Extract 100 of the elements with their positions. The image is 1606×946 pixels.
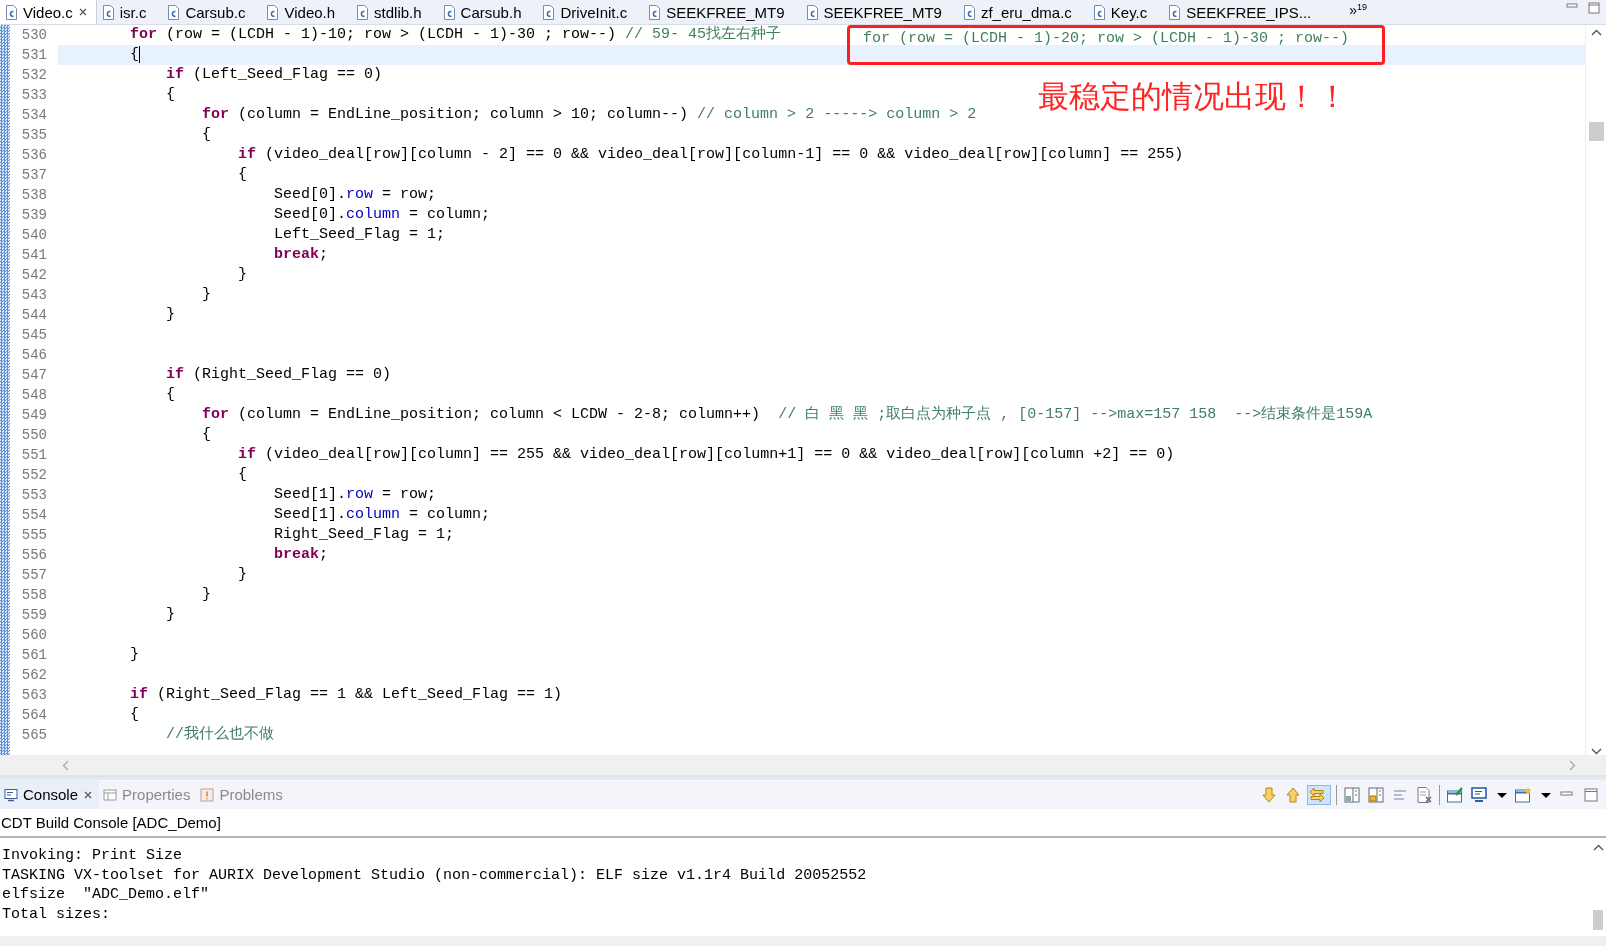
code-line: { [201,425,212,445]
line-number: 561 [20,647,47,663]
console-icon [4,787,18,802]
close-icon[interactable] [83,789,94,800]
line-number: 565 [20,727,47,743]
line-number: 552 [20,467,47,483]
editor-tab[interactable]: zf_eru_dma.c [957,0,1088,24]
line-number: 556 [20,547,47,563]
editor-tab[interactable]: SEEKFREE_MT9 [643,0,801,24]
file-icon [442,4,456,20]
code-line: if (Right_Seed_Flag == 0) [165,365,392,385]
editor-tab[interactable]: SEEKFREE_IPS... [1163,0,1328,24]
view-tab[interactable]: Console [0,780,100,809]
line-number: 551 [20,447,47,463]
code-line: { [165,85,176,105]
file-icon [167,4,181,20]
scroll-left-icon[interactable] [62,759,69,771]
editor-tab[interactable]: Carsub.h [437,0,538,24]
file-icon [356,4,370,20]
new-window-icon[interactable] [1514,785,1532,804]
scroll-up-icon[interactable] [1592,844,1604,851]
line-number: 553 [20,487,47,503]
code-line: { [237,465,248,485]
code-line: } [129,645,139,665]
code-line: { [237,165,248,185]
editor-tab[interactable]: SEEKFREE_MT9 [800,0,958,24]
line-number: 558 [20,587,47,603]
file-icon [5,4,18,20]
line-number: 531 [20,47,47,63]
code-line: break; [273,245,329,265]
file-icon [962,4,976,20]
line-number: 530 [20,27,47,43]
panel-icon[interactable] [1343,785,1361,804]
code-line: Right_Seed_Flag = 1; [273,525,455,545]
file-icon [266,4,280,20]
line-number: 547 [20,367,47,383]
down-arrow-icon[interactable] [1260,785,1278,804]
code-line: Seed[0].column = column; [273,205,491,225]
scroll-up-icon[interactable] [1590,29,1602,36]
console-line: Invoking: Print Size [2,846,184,866]
swap-arrows-icon[interactable] [1308,785,1330,804]
line-number: 555 [20,527,47,543]
code-line: Seed[1].row = row; [273,485,437,505]
editor-tab[interactable]: Carsub.c [162,0,262,24]
code-line: if (video_deal[row][column - 2] == 0 && video_deal[row][column-1] == 0 && video_deal[row][column] == 255) [237,145,1184,165]
maximize-icon[interactable] [1588,2,1600,14]
code-line: Left_Seed_Flag = 1; [273,225,446,245]
editor-tab[interactable]: Video.c [0,0,97,24]
clear-document-icon[interactable] [1415,785,1433,804]
console-line: TASKING VX-toolset for AURIX Development Studio (non-commercial): ELF size v1.1r4 Build 20052552 [2,865,868,885]
scrollbar-thumb[interactable] [1593,910,1603,930]
line-number: 562 [20,667,47,683]
code-line: } [165,605,176,625]
line-number: 545 [20,327,47,343]
line-number: 564 [20,707,47,723]
file-icon [1168,4,1182,20]
file-icon [1092,4,1106,20]
line-number: 546 [20,347,47,363]
code-line: for (column = EndLine_position; column > 10; column--) // column > 2 -----> column > 2 [201,105,977,125]
code-line: if (Left_Seed_Flag == 0) [165,65,383,85]
up-arrow-icon[interactable] [1284,785,1302,804]
line-number: 538 [20,187,47,203]
line-number: 539 [20,207,47,223]
lock-panel-icon[interactable] [1367,785,1385,804]
code-line: } [201,285,212,305]
line-number: 541 [20,247,47,263]
close-icon[interactable] [77,7,88,17]
file-icon [648,4,662,20]
code-line: if (Right_Seed_Flag == 1 && Left_Seed_Flag == 1) [129,685,563,705]
horizontal-scrollbar[interactable] [0,755,1606,777]
line-number: 535 [20,127,47,143]
code-line: } [237,265,248,285]
line-number: 543 [20,287,47,303]
editor-tab[interactable]: Video.h [261,0,352,24]
monitor-icon[interactable] [1470,785,1488,804]
code-line: break; [273,545,329,565]
line-number: 557 [20,567,47,583]
annotation-note: 最稳定的情况出现！！ [1038,77,1348,116]
annotation-code: for (row = (LCDH - 1)-20; row > (LCDH - 1)-30 ; row--) [863,30,1350,47]
editor-tab[interactable]: isr.c [96,0,163,24]
line-number: 549 [20,407,47,423]
vertical-scrollbar[interactable] [1585,25,1606,755]
file-icon [805,4,819,20]
console-line: elfsize "ADC_Demo.elf" [2,885,211,905]
code-line: Seed[0].row = row; [273,185,437,205]
pin-window-icon[interactable] [1446,785,1464,804]
line-number: 536 [20,147,47,163]
minimize-icon[interactable] [1566,2,1578,10]
code-line: } [201,585,212,605]
editor-tab[interactable]: Key.c [1087,0,1164,24]
code-line: } [165,305,176,325]
scroll-down-icon[interactable] [1590,748,1602,755]
editor-tab[interactable]: DriveInit.c [537,0,644,24]
scroll-right-icon[interactable] [1569,759,1576,771]
line-number: 554 [20,507,47,523]
maximize-icon[interactable] [1582,785,1600,804]
scrollbar-thumb[interactable] [1588,122,1604,141]
code-line: { [129,705,139,725]
code-line: { [201,125,212,145]
editor-tab[interactable]: stdlib.h [351,0,438,24]
